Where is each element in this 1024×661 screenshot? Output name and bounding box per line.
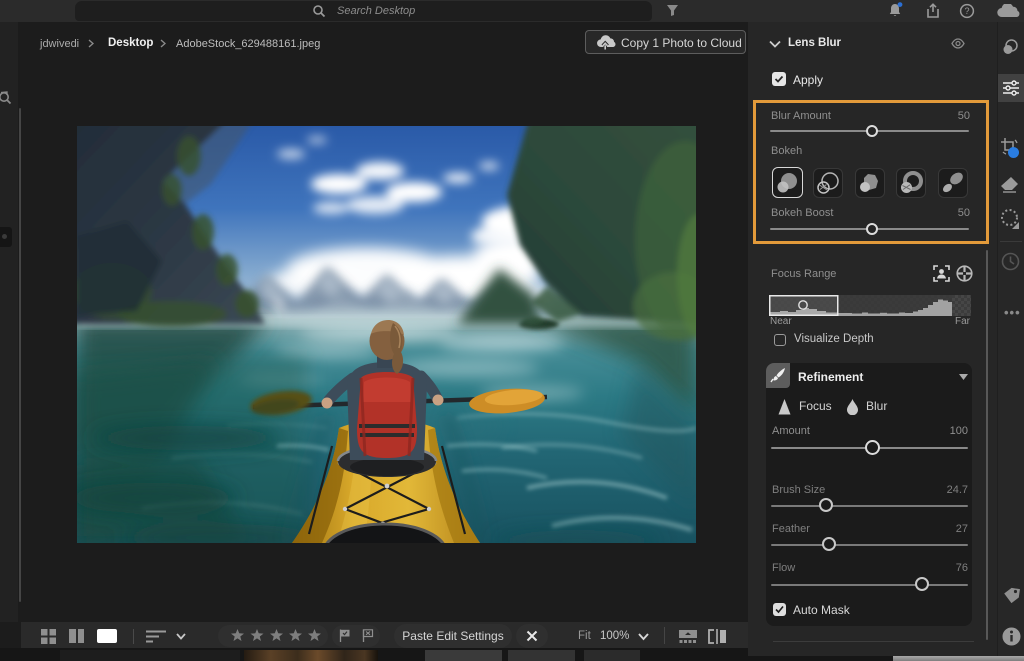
- svg-text:?: ?: [964, 6, 969, 16]
